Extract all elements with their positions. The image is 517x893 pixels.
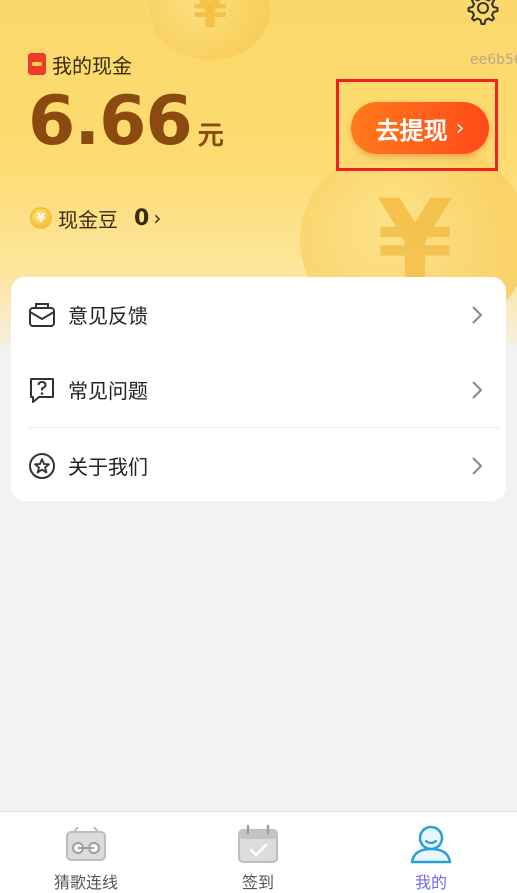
withdraw-button-label: 去提现 bbox=[375, 116, 448, 145]
settings-gear-icon[interactable] bbox=[464, 0, 502, 30]
menu-item-label: 关于我们 bbox=[68, 455, 148, 479]
chevron-right-icon bbox=[472, 380, 483, 399]
tab-checkin[interactable]: 签到 bbox=[172, 812, 344, 893]
cash-amount: 6.66 bbox=[28, 82, 193, 161]
tab-label: 猜歌连线 bbox=[53, 873, 118, 892]
calendar-check-icon bbox=[238, 824, 278, 863]
cash-beans-row[interactable]: ¥ 现金豆 0 › bbox=[30, 202, 161, 234]
withdraw-button[interactable]: 去提现 › bbox=[351, 102, 489, 154]
cash-amount-row: 6.66 元 bbox=[28, 88, 224, 156]
bean-coin-icon: ¥ bbox=[30, 207, 52, 229]
red-packet-icon bbox=[28, 53, 46, 75]
user-id: ee6b56 bbox=[470, 52, 517, 68]
tab-label: 签到 bbox=[241, 873, 274, 892]
menu-item-feedback[interactable]: 意见反馈 bbox=[11, 277, 506, 352]
feedback-envelope-icon bbox=[29, 302, 55, 327]
chevron-right-icon: › bbox=[455, 115, 465, 141]
menu-card: 意见反馈 常见问题 关于我们 bbox=[11, 277, 506, 501]
menu-item-faq[interactable]: 常见问题 bbox=[11, 352, 506, 427]
tab-label: 我的 bbox=[414, 873, 447, 892]
cash-amount-unit: 元 bbox=[197, 121, 224, 151]
chevron-right-icon bbox=[472, 305, 483, 324]
decor-coin-top: ¥ bbox=[150, 0, 270, 60]
faq-question-icon bbox=[30, 377, 54, 403]
cash-label-row: 我的现金 bbox=[28, 50, 132, 78]
tab-mine[interactable]: 我的 bbox=[345, 812, 517, 893]
tab-guess-song[interactable]: 猜歌连线 bbox=[0, 812, 172, 893]
menu-item-label: 常见问题 bbox=[68, 379, 148, 403]
beans-label: 现金豆 bbox=[58, 207, 118, 232]
cash-label: 我的现金 bbox=[52, 53, 132, 78]
chevron-right-icon bbox=[472, 456, 483, 475]
menu-item-label: 意见反馈 bbox=[68, 304, 148, 328]
about-star-icon bbox=[29, 452, 55, 479]
menu-item-about[interactable]: 关于我们 bbox=[11, 428, 506, 503]
chevron-right-icon: › bbox=[153, 206, 162, 230]
bottom-tab-bar: 猜歌连线 签到 我的 bbox=[0, 811, 517, 893]
user-profile-icon bbox=[410, 825, 452, 864]
beans-value: 0 bbox=[134, 205, 150, 231]
cassette-icon bbox=[66, 826, 106, 861]
